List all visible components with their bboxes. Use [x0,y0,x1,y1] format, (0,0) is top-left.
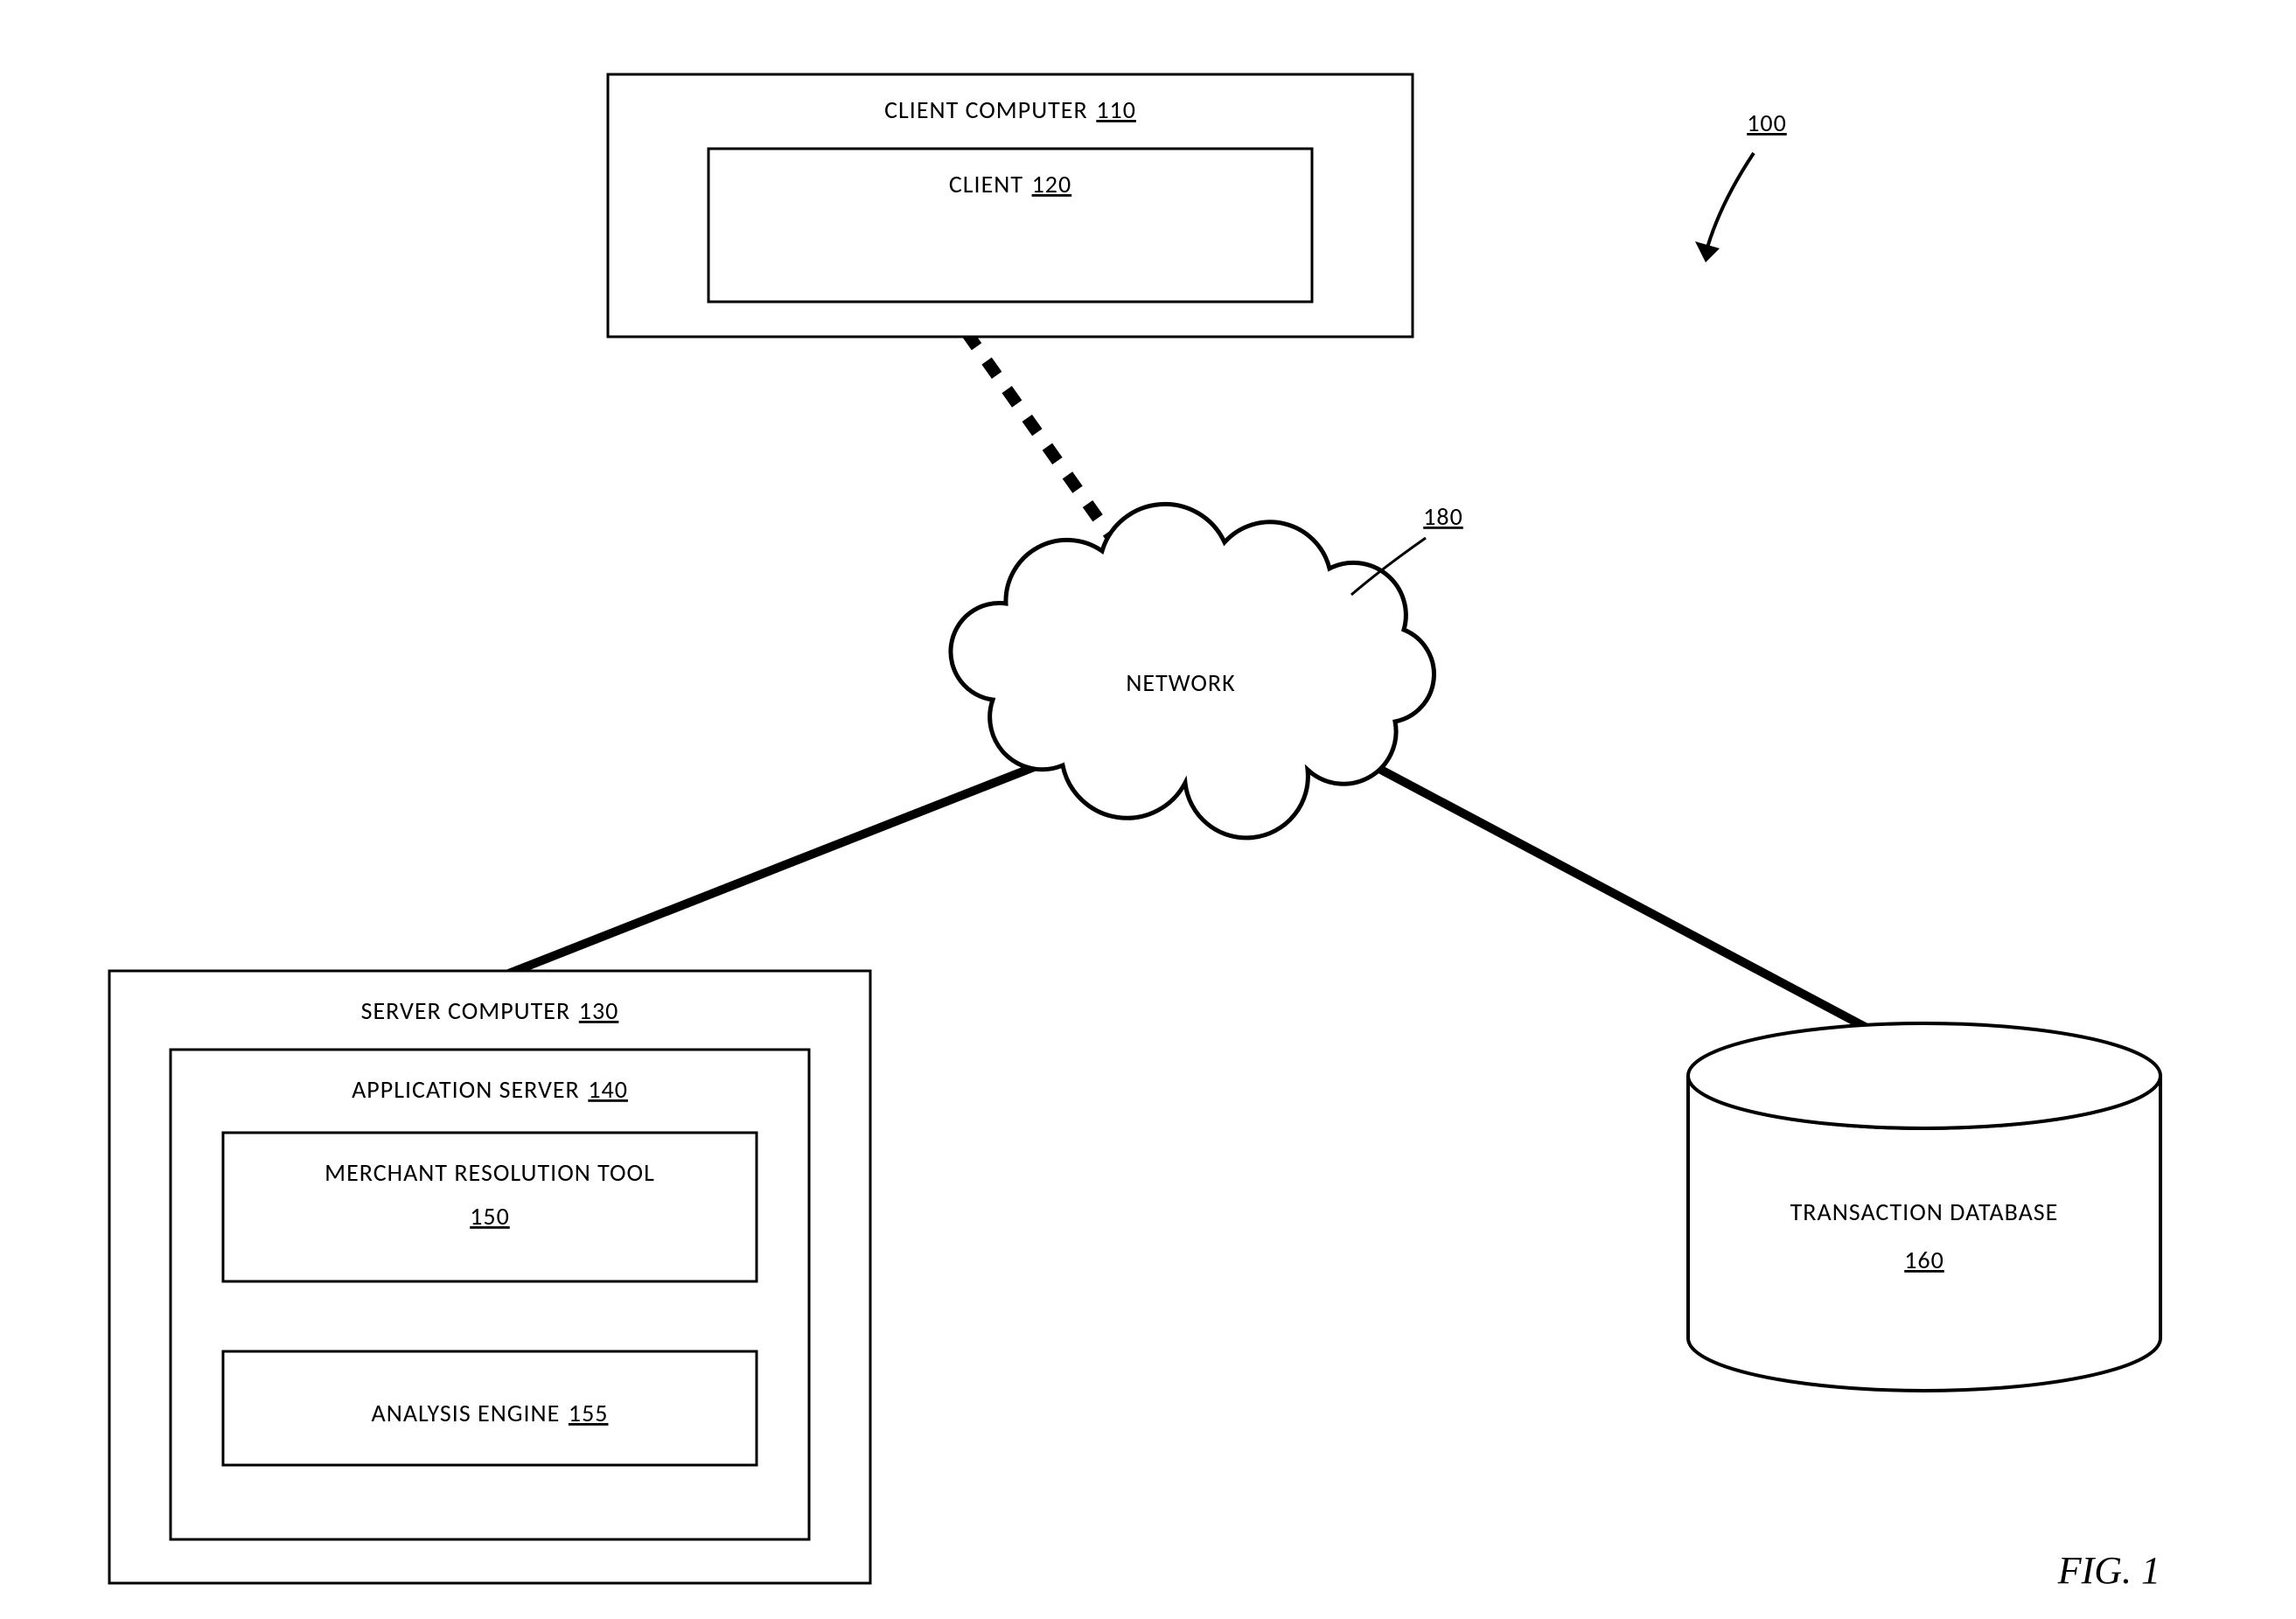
database-ref: 160 [1904,1245,1944,1275]
server-computer-label: SERVER COMPUTER [361,995,571,1026]
client-ref: 120 [1032,169,1072,199]
network-ref: 180 [1423,501,1463,532]
figure-ref-leader [1706,153,1754,254]
application-server-label: APPLICATION SERVER [352,1074,580,1105]
database-label: TRANSACTION DATABASE [1790,1197,2059,1227]
svg-text:CLIENT COMPUTER 110: CLIENT COMPUTER 110 [884,94,1136,125]
merchant-tool-ref: 150 [470,1201,510,1232]
server-computer-box: SERVER COMPUTER 130 APPLICATION SERVER 1… [109,971,870,1583]
server-computer-ref: 130 [579,995,619,1026]
transaction-database: TRANSACTION DATABASE 160 [1688,1023,2160,1391]
merchant-tool-label: MERCHANT RESOLUTION TOOL [325,1157,655,1188]
network-label: NETWORK [1126,667,1235,698]
client-computer-ref: 110 [1096,94,1136,125]
client-box: CLIENT 120 [708,149,1312,302]
connector-network-server [437,761,1050,1001]
analysis-engine-ref: 155 [569,1398,609,1428]
analysis-engine-label: ANALYSIS ENGINE [372,1398,561,1428]
application-server-ref: 140 [588,1074,628,1105]
client-computer-box: CLIENT COMPUTER 110 CLIENT 120 [608,74,1413,337]
analysis-engine-box: ANALYSIS ENGINE 155 [223,1351,757,1465]
figure-ref-number: 100 [1747,108,1787,138]
figure-ref-callout: 100 [1695,108,1787,262]
svg-text:ANALYSIS ENGINE 155: ANALYSIS ENGINE 155 [372,1398,609,1428]
merchant-resolution-tool-box: MERCHANT RESOLUTION TOOL 150 [223,1133,757,1281]
client-computer-label: CLIENT COMPUTER [884,94,1088,125]
application-server-box: APPLICATION SERVER 140 MERCHANT RESOLUTI… [171,1050,809,1539]
client-label: CLIENT [949,169,1023,199]
figure-caption: FIG. 1 [2057,1549,2160,1592]
network-cloud: NETWORK 180 [951,501,1463,838]
svg-text:SERVER COMPUTER 130: SERVER COMPUTER 130 [361,995,619,1026]
connector-network-database [1364,761,1924,1058]
svg-text:CLIENT 120: CLIENT 120 [949,169,1071,199]
